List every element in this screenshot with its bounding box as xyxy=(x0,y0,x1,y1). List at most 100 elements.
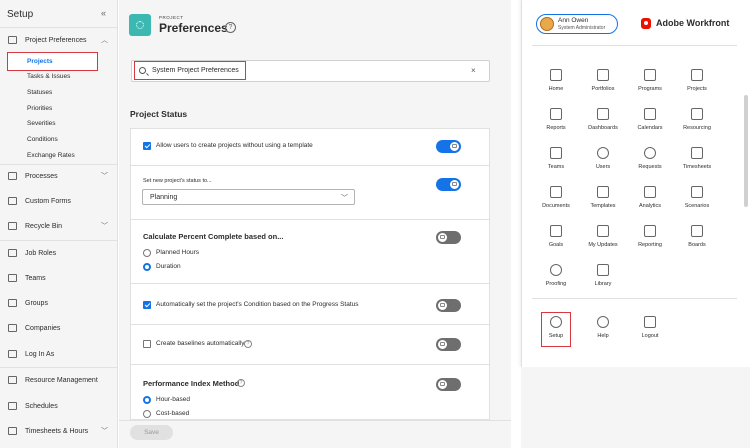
reporting-icon xyxy=(644,225,656,237)
sidebar-item-label: Timesheets & Hours xyxy=(25,427,89,435)
sidebar-subitem-statuses[interactable]: Statuses xyxy=(27,89,52,96)
cost-based-label: Cost-based xyxy=(156,410,190,417)
sidebar-item-job-roles[interactable]: Job Roles xyxy=(0,246,118,260)
menu-tile-templates[interactable]: Templates xyxy=(581,183,625,219)
chevron-down-icon: ﹀ xyxy=(341,195,348,202)
menu-tile-users[interactable]: Users xyxy=(581,144,625,180)
sliders-icon xyxy=(8,36,17,44)
sidebar-subitem-severities[interactable]: Severities xyxy=(27,120,56,127)
baselines-checkbox[interactable] xyxy=(143,340,151,348)
allow-no-template-toggle[interactable] xyxy=(436,140,461,153)
auto-condition-toggle[interactable] xyxy=(436,299,461,312)
login-icon xyxy=(8,350,17,358)
sidebar-item-label: Recycle Bin xyxy=(25,222,62,230)
menu-scrollbar[interactable] xyxy=(744,95,748,207)
tile-label: Teams xyxy=(547,164,565,170)
user-name: Ann Owen xyxy=(558,17,589,24)
tile-label: Goals xyxy=(548,242,564,248)
duration-radio[interactable] xyxy=(143,263,151,271)
percent-complete-label: Calculate Percent Complete based on... xyxy=(143,232,284,241)
user-role: System Administrator xyxy=(558,25,606,31)
clear-icon[interactable]: × xyxy=(471,66,476,75)
sidebar-item-recycle-bin[interactable]: Recycle Bin ﹀ xyxy=(0,219,118,233)
sidebar-item-label: Resource Management xyxy=(25,376,98,384)
sidebar-item-log-in-as[interactable]: Log In As xyxy=(0,347,118,361)
sidebar-subitem-projects[interactable]: Projects xyxy=(7,52,98,71)
menu-tile-analytics[interactable]: Analytics xyxy=(628,183,672,219)
info-icon[interactable]: ? xyxy=(244,340,252,348)
tile-label: Reporting xyxy=(638,242,662,248)
menu-tile-my-updates[interactable]: My Updates xyxy=(581,222,625,258)
preferences-icon xyxy=(129,14,151,36)
sidebar-item-label: Companies xyxy=(25,324,61,332)
cost-based-radio[interactable] xyxy=(143,410,151,418)
sidebar-item-teams[interactable]: Teams xyxy=(0,271,118,285)
save-button[interactable]: Save xyxy=(130,425,173,440)
tile-label: Dashboards xyxy=(588,125,618,131)
job-roles-icon xyxy=(8,249,17,257)
search-input[interactable] xyxy=(152,67,242,74)
menu-tile-boards[interactable]: Boards xyxy=(675,222,719,258)
menu-tile-help[interactable]: Help xyxy=(581,313,625,349)
menu-tile-proofing[interactable]: Proofing xyxy=(534,261,578,297)
menu-tile-goals[interactable]: Goals xyxy=(534,222,578,258)
auto-condition-checkbox[interactable] xyxy=(143,301,151,309)
tile-label: My Updates xyxy=(588,242,618,248)
performance-index-label: Performance Index Method xyxy=(143,379,240,388)
sidebar-item-custom-forms[interactable]: Custom Forms xyxy=(0,194,118,208)
sidebar-item-processes[interactable]: Processes ﹀ xyxy=(0,169,118,183)
planned-hours-radio[interactable] xyxy=(143,249,151,257)
sidebar-subitem-conditions[interactable]: Conditions xyxy=(27,136,58,143)
sidebar-subitem-exchange-rates[interactable]: Exchange Rates xyxy=(27,152,75,159)
menu-tile-reports[interactable]: Reports xyxy=(534,105,578,141)
menu-tile-dashboards[interactable]: Dashboards xyxy=(581,105,625,141)
sidebar-subitem-priorities[interactable]: Priorities xyxy=(27,105,52,112)
info-icon[interactable]: ? xyxy=(237,379,245,387)
allow-no-template-label: Allow users to create projects without u… xyxy=(156,142,313,149)
brand-name: Adobe Workfront xyxy=(656,18,730,28)
trash-icon xyxy=(8,222,17,230)
status-select[interactable]: Planning ﹀ xyxy=(142,189,355,205)
performance-index-toggle[interactable] xyxy=(436,378,461,391)
menu-tile-logout[interactable]: Logout xyxy=(628,313,672,349)
sidebar-subitem-tasks-issues[interactable]: Tasks & Issues xyxy=(27,73,70,80)
chevron-down-icon: ﹀ xyxy=(101,173,108,180)
menu-tile-library[interactable]: Library xyxy=(581,261,625,297)
menu-tile-projects[interactable]: Projects xyxy=(675,66,719,102)
tile-label: Scenarios xyxy=(684,203,710,209)
sidebar-item-timesheets-hours[interactable]: Timesheets & Hours ﹀ xyxy=(0,424,118,438)
menu-tile-portfolios[interactable]: Portfolios xyxy=(581,66,625,102)
baselines-toggle[interactable] xyxy=(436,338,461,351)
menu-tile-scenarios[interactable]: Scenarios xyxy=(675,183,719,219)
menu-tile-documents[interactable]: Documents xyxy=(534,183,578,219)
status-to-toggle[interactable] xyxy=(436,178,461,191)
tile-label: Portfolios xyxy=(591,86,615,92)
menu-tile-programs[interactable]: Programs xyxy=(628,66,672,102)
allow-no-template-checkbox[interactable] xyxy=(143,142,151,150)
reports-icon xyxy=(550,108,562,120)
chevron-up-icon: ︿ xyxy=(101,37,108,44)
sidebar-item-companies[interactable]: Companies xyxy=(0,321,118,335)
menu-tile-requests[interactable]: Requests xyxy=(628,144,672,180)
sidebar-item-groups[interactable]: Groups xyxy=(0,296,118,310)
avatar xyxy=(540,17,554,31)
menu-tile-home[interactable]: Home xyxy=(534,66,578,102)
menu-tile-calendars[interactable]: Calendars xyxy=(628,105,672,141)
scenarios-icon xyxy=(691,186,703,198)
percent-complete-toggle[interactable] xyxy=(436,231,461,244)
menu-tile-timesheets[interactable]: Timesheets xyxy=(675,144,719,180)
menu-tile-resourcing[interactable]: Resourcing xyxy=(675,105,719,141)
resourcing-icon xyxy=(691,108,703,120)
sidebar-item-schedules[interactable]: Schedules xyxy=(0,399,118,413)
menu-tile-reporting[interactable]: Reporting xyxy=(628,222,672,258)
collapse-sidebar-icon[interactable]: « xyxy=(101,8,106,18)
help-icon[interactable]: ? xyxy=(225,22,236,33)
sidebar-item-resource-management[interactable]: Resource Management xyxy=(0,373,118,387)
calendar-icon xyxy=(8,402,17,410)
divider xyxy=(532,45,737,46)
dashboards-icon xyxy=(597,108,609,120)
hour-based-radio[interactable] xyxy=(143,396,151,404)
tile-label: Help xyxy=(597,333,609,339)
sidebar-item-project-preferences[interactable]: Project Preferences ︿ xyxy=(0,33,118,47)
menu-tile-teams[interactable]: Teams xyxy=(534,144,578,180)
